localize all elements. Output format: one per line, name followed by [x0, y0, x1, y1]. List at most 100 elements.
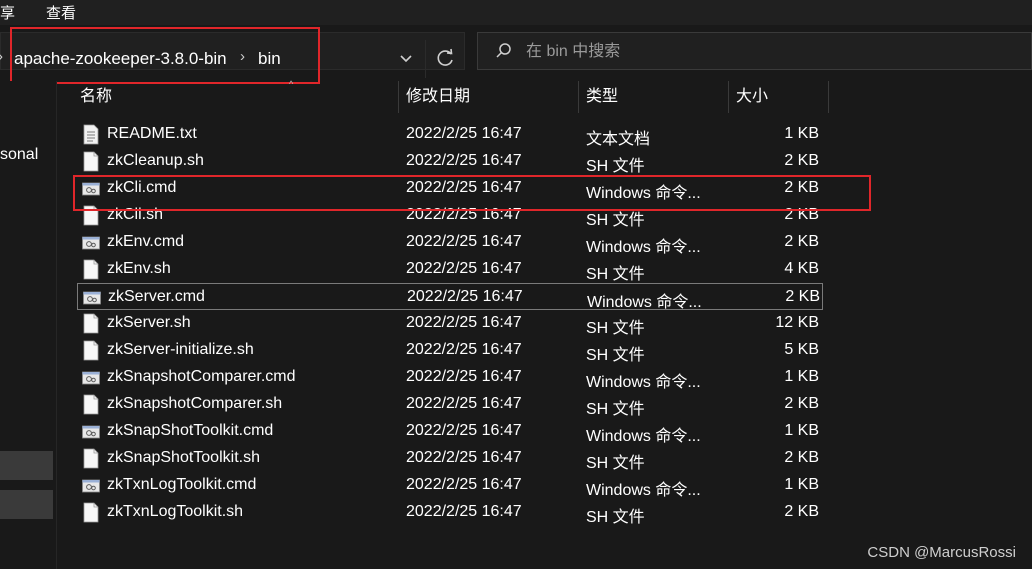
cmd-file-icon	[82, 421, 100, 442]
file-name: zkTxnLogToolkit.cmd	[107, 476, 257, 493]
file-name: zkServer.sh	[107, 314, 191, 331]
column-divider[interactable]	[728, 81, 729, 113]
file-size: 2 KB	[784, 395, 819, 412]
file-date-modified: 2022/2/25 16:47	[406, 152, 522, 169]
refresh-icon	[437, 48, 453, 66]
blank-file-icon	[82, 340, 100, 361]
file-type: SH 文件	[586, 347, 645, 364]
column-header-name[interactable]: 名称	[80, 81, 112, 113]
column-header-date[interactable]: 修改日期	[406, 81, 470, 113]
file-date-modified: 2022/2/25 16:47	[406, 341, 522, 358]
file-type: SH 文件	[586, 401, 645, 418]
nav-item-personal[interactable]: sonal	[0, 146, 38, 164]
file-size: 1 KB	[784, 125, 819, 142]
navigation-pane: sonal	[0, 81, 57, 569]
blank-file-icon	[82, 394, 100, 415]
file-size: 5 KB	[784, 341, 819, 358]
file-name: zkSnapshotComparer.cmd	[107, 368, 296, 385]
red-annotation-box-path	[10, 27, 320, 84]
file-size: 12 KB	[775, 314, 819, 331]
file-date-modified: 2022/2/25 16:47	[406, 233, 522, 250]
file-date-modified: 2022/2/25 16:47	[406, 503, 522, 520]
search-input[interactable]	[526, 41, 1006, 63]
column-header-size[interactable]: 大小	[736, 81, 768, 113]
watermark: CSDN @MarcusRossi	[867, 544, 1016, 561]
file-row[interactable]: zkTxnLogToolkit.sh 2022/2/25 16:47 SH 文件 2 …	[77, 499, 823, 526]
file-row[interactable]: zkEnv.sh 2022/2/25 16:47 SH 文件 4 KB	[77, 256, 823, 283]
breadcrumb-separator: ›	[0, 48, 3, 65]
file-date-modified: 2022/2/25 16:47	[406, 422, 522, 439]
file-size: 1 KB	[784, 368, 819, 385]
file-date-modified: 2022/2/25 16:47	[406, 260, 522, 277]
file-date-modified: 2022/2/25 16:47	[406, 368, 522, 385]
file-row[interactable]: zkSnapshotComparer.cmd 2022/2/25 16:47 Win…	[77, 364, 823, 391]
menu-bar: 享 查看	[0, 0, 1032, 25]
file-name: zkEnv.cmd	[107, 233, 185, 250]
file-size: 2 KB	[784, 152, 819, 169]
nav-item-hover[interactable]	[0, 490, 53, 519]
file-size: 2 KB	[785, 288, 820, 305]
file-size: 1 KB	[784, 422, 819, 439]
file-row[interactable]: zkServer-initialize.sh 2022/2/25 16:47 SH …	[77, 337, 823, 364]
cmd-file-icon	[82, 232, 100, 253]
file-row[interactable]: zkSnapShotToolkit.sh 2022/2/25 16:47 SH 文件…	[77, 445, 823, 472]
red-annotation-box-file	[73, 175, 871, 211]
file-type: SH 文件	[586, 455, 645, 472]
menu-item-view[interactable]: 查看	[46, 2, 76, 23]
column-divider[interactable]	[578, 81, 579, 113]
file-date-modified: 2022/2/25 16:47	[406, 449, 522, 466]
cmd-file-icon	[83, 287, 101, 308]
file-type: SH 文件	[586, 266, 645, 283]
file-type: SH 文件	[586, 158, 645, 175]
file-row[interactable]: zkSnapshotComparer.sh 2022/2/25 16:47 SH 文…	[77, 391, 823, 418]
blank-file-icon	[82, 313, 100, 334]
file-size: 2 KB	[784, 233, 819, 250]
file-name: zkSnapshotComparer.sh	[107, 395, 283, 412]
menu-item-share[interactable]: 享	[0, 2, 15, 23]
file-date-modified: 2022/2/25 16:47	[406, 395, 522, 412]
file-size: 1 KB	[784, 476, 819, 493]
cmd-file-icon	[82, 475, 100, 496]
cmd-file-icon	[82, 367, 100, 388]
file-date-modified: 2022/2/25 16:47	[406, 125, 522, 142]
sort-caret-icon: ^	[289, 79, 294, 89]
file-name: README.txt	[107, 125, 197, 142]
search-icon	[495, 42, 513, 60]
nav-item-selected[interactable]	[0, 451, 53, 480]
file-name: zkSnapShotToolkit.sh	[107, 449, 260, 466]
column-divider[interactable]	[398, 81, 399, 113]
file-name: zkCleanup.sh	[107, 152, 204, 169]
file-date-modified: 2022/2/25 16:47	[406, 476, 522, 493]
address-bar-area: › apache-zookeeper-3.8.0-bin › bin	[0, 25, 1032, 84]
blank-file-icon	[82, 448, 100, 469]
file-row[interactable]: zkTxnLogToolkit.cmd 2022/2/25 16:47 Window…	[77, 472, 823, 499]
text-file-icon	[82, 124, 100, 145]
file-row[interactable]: zkCleanup.sh 2022/2/25 16:47 SH 文件 2 KB	[77, 148, 823, 175]
file-name: zkEnv.sh	[107, 260, 171, 277]
file-type: SH 文件	[586, 320, 645, 337]
blank-file-icon	[82, 502, 100, 523]
column-header-row: ^ 名称 修改日期 类型 大小	[57, 79, 1032, 113]
search-box[interactable]	[477, 32, 1032, 70]
file-name: zkServer.cmd	[108, 288, 205, 305]
file-row[interactable]: zkServer.cmd 2022/2/25 16:47 Windows 命令...…	[77, 283, 823, 311]
file-size: 2 KB	[784, 449, 819, 466]
file-type: SH 文件	[586, 509, 645, 526]
file-name: zkSnapShotToolkit.cmd	[107, 422, 274, 439]
blank-file-icon	[82, 151, 100, 172]
file-type: 文本文档	[586, 131, 651, 148]
chevron-down-icon[interactable]	[396, 48, 416, 68]
refresh-button[interactable]	[425, 40, 463, 78]
blank-file-icon	[82, 259, 100, 280]
column-divider[interactable]	[828, 81, 829, 113]
file-row[interactable]: README.txt 2022/2/25 16:47 文本文档 1 KB	[77, 121, 823, 148]
file-name: zkServer-initialize.sh	[107, 341, 254, 358]
file-row[interactable]: zkSnapShotToolkit.cmd 2022/2/25 16:47 Wind…	[77, 418, 823, 445]
column-header-type[interactable]: 类型	[586, 81, 618, 113]
file-row[interactable]: zkServer.sh 2022/2/25 16:47 SH 文件 12 KB	[77, 310, 823, 337]
file-date-modified: 2022/2/25 16:47	[407, 288, 523, 305]
file-date-modified: 2022/2/25 16:47	[406, 314, 522, 331]
file-size: 2 KB	[784, 503, 819, 520]
file-size: 4 KB	[784, 260, 819, 277]
file-row[interactable]: zkEnv.cmd 2022/2/25 16:47 Windows 命令... 2 K…	[77, 229, 823, 256]
